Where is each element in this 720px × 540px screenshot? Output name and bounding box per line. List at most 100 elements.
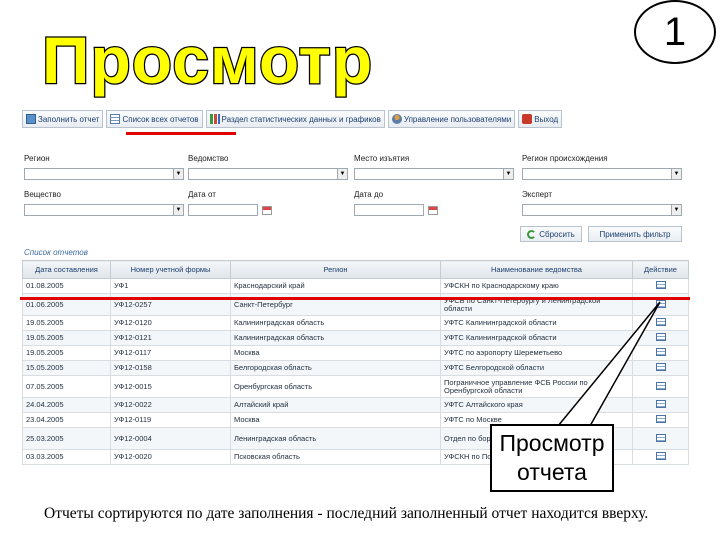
cell-date: 19.05.2005 (22, 315, 111, 331)
users-button[interactable]: Управление пользователями (387, 110, 516, 128)
cell-agency: УФСКН по Краснодарскому краю (440, 278, 633, 294)
table-row: 01.08.2005 УФ1 Краснодарский край УФСКН по … (22, 278, 689, 294)
cell-region: Калининградская область (230, 330, 441, 346)
cell-form: УФ12-0117 (110, 345, 231, 361)
date-to-input[interactable] (354, 204, 424, 216)
cell-agency: УФТС по аэропорту Шереметьево (440, 345, 633, 361)
table-row: 19.05.2005 УФ12-0117 Москва УФТС по аэропор… (22, 345, 689, 361)
chevron-down-icon: ▼ (337, 169, 347, 179)
reset-label: Сбросить (539, 229, 575, 239)
region-label: Регион (24, 154, 50, 163)
view-report-icon[interactable] (655, 400, 666, 408)
slide-number-badge: 1 (634, 0, 716, 64)
column-header-date[interactable]: Дата составления (22, 260, 111, 279)
cell-action (632, 360, 689, 376)
active-tab-underline (126, 132, 236, 135)
fill-report-icon (26, 114, 36, 124)
chevron-down-icon: ▼ (671, 205, 681, 215)
report-list-button[interactable]: Список всех отчетов (106, 110, 203, 128)
seizure-place-select[interactable]: ▼ (354, 168, 514, 180)
origin-region-select[interactable]: ▼ (522, 168, 682, 180)
cell-form: УФ12-0121 (110, 330, 231, 346)
cell-agency: Пограничное управление ФСБ России по Оре… (440, 375, 633, 398)
cell-form: УФ12-0120 (110, 315, 231, 331)
slide-caption: Отчеты сортируются по дате заполнения - … (44, 505, 649, 522)
cell-region: Алтайский край (230, 397, 441, 413)
cell-action (632, 449, 689, 465)
date-from-input[interactable] (188, 204, 258, 216)
view-report-icon[interactable] (655, 415, 666, 423)
cell-action (632, 375, 689, 398)
calendar-icon[interactable] (262, 206, 272, 215)
main-toolbar: Заполнить отчет Список всех отчетов Разд… (22, 110, 688, 130)
view-report-icon[interactable] (655, 348, 666, 356)
view-report-icon[interactable] (655, 318, 666, 326)
chevron-down-icon: ▼ (503, 169, 513, 179)
column-header-region[interactable]: Регион (230, 260, 441, 279)
cell-action (632, 330, 689, 346)
cell-form: УФ12-0119 (110, 412, 231, 428)
view-report-icon[interactable] (655, 452, 666, 460)
apply-label: Применить фильтр (599, 229, 671, 239)
cell-form: УФ12-0020 (110, 449, 231, 465)
apply-filter-button[interactable]: Применить фильтр (588, 226, 682, 242)
table-header-row: Дата составления Номер учетной формы Рег… (22, 260, 689, 279)
refresh-icon (527, 229, 537, 239)
list-icon (110, 114, 121, 124)
statistics-label: Раздел статистических данных и графиков (221, 114, 381, 124)
cell-region: Краснодарский край (230, 278, 441, 294)
cell-region: Псковская область (230, 449, 441, 465)
chevron-down-icon: ▼ (173, 169, 183, 179)
view-report-icon[interactable] (655, 433, 666, 442)
view-report-icon[interactable] (655, 381, 666, 390)
table-row: 19.05.2005 УФ12-0120 Калининградская облас… (22, 315, 689, 331)
expert-select[interactable]: ▼ (522, 204, 682, 216)
cell-action (632, 397, 689, 413)
callout-line-1: Просмотр (499, 430, 605, 456)
cell-agency: УФТС Калининградской области (440, 315, 633, 331)
chevron-down-icon: ▼ (173, 205, 183, 215)
cell-region: Москва (230, 345, 441, 361)
reset-filter-button[interactable]: Сбросить (520, 226, 582, 242)
expert-label: Эксперт (522, 190, 553, 199)
cell-action (632, 427, 689, 450)
table-row: 15.05.2005 УФ12-0158 Белгородская область У… (22, 360, 689, 376)
origin-region-label: Регион происхождения (522, 154, 608, 163)
cell-form: УФ12-0004 (110, 427, 231, 450)
view-report-icon[interactable] (655, 281, 666, 289)
column-header-agency[interactable]: Наименование ведомства (440, 260, 633, 279)
cell-action (632, 315, 689, 331)
users-icon (391, 114, 402, 124)
cell-region: Белгородская область (230, 360, 441, 376)
view-report-icon[interactable] (655, 333, 666, 341)
exit-button[interactable]: Выход (518, 110, 563, 128)
cell-date: 24.04.2005 (22, 397, 111, 413)
table-row: 24.04.2005 УФ12-0022 Алтайский край УФТС Ал… (22, 397, 689, 413)
view-report-icon[interactable] (655, 299, 666, 308)
seizure-place-label: Место изъятия (354, 154, 410, 163)
exit-label: Выход (534, 114, 559, 124)
substance-label: Вещество (24, 190, 61, 199)
cell-date: 15.05.2005 (22, 360, 111, 376)
cell-agency: УФТС Белгородской области (440, 360, 633, 376)
cell-region: Москва (230, 412, 441, 428)
cell-form: УФ12-0158 (110, 360, 231, 376)
cell-region: Калининградская область (230, 315, 441, 331)
cell-date: 19.05.2005 (22, 330, 111, 346)
cell-form: УФ12-0015 (110, 375, 231, 398)
substance-select[interactable]: ▼ (24, 204, 184, 216)
cell-date: 07.05.2005 (22, 375, 111, 398)
cell-date: 19.05.2005 (22, 345, 111, 361)
column-header-form[interactable]: Номер учетной формы (110, 260, 231, 279)
view-report-icon[interactable] (655, 363, 666, 371)
statistics-button[interactable]: Раздел статистических данных и графиков (205, 110, 385, 128)
date-from-label: Дата от (188, 190, 216, 199)
calendar-icon[interactable] (428, 206, 438, 215)
table-row: 07.05.2005 УФ12-0015 Оренбургская область П… (22, 375, 689, 398)
cell-action (632, 278, 689, 294)
region-select[interactable]: ▼ (24, 168, 184, 180)
cell-date: 01.08.2005 (22, 278, 111, 294)
agency-select[interactable]: ▼ (188, 168, 348, 180)
fill-report-button[interactable]: Заполнить отчет (22, 110, 104, 128)
agency-label: Ведомство (188, 154, 229, 163)
